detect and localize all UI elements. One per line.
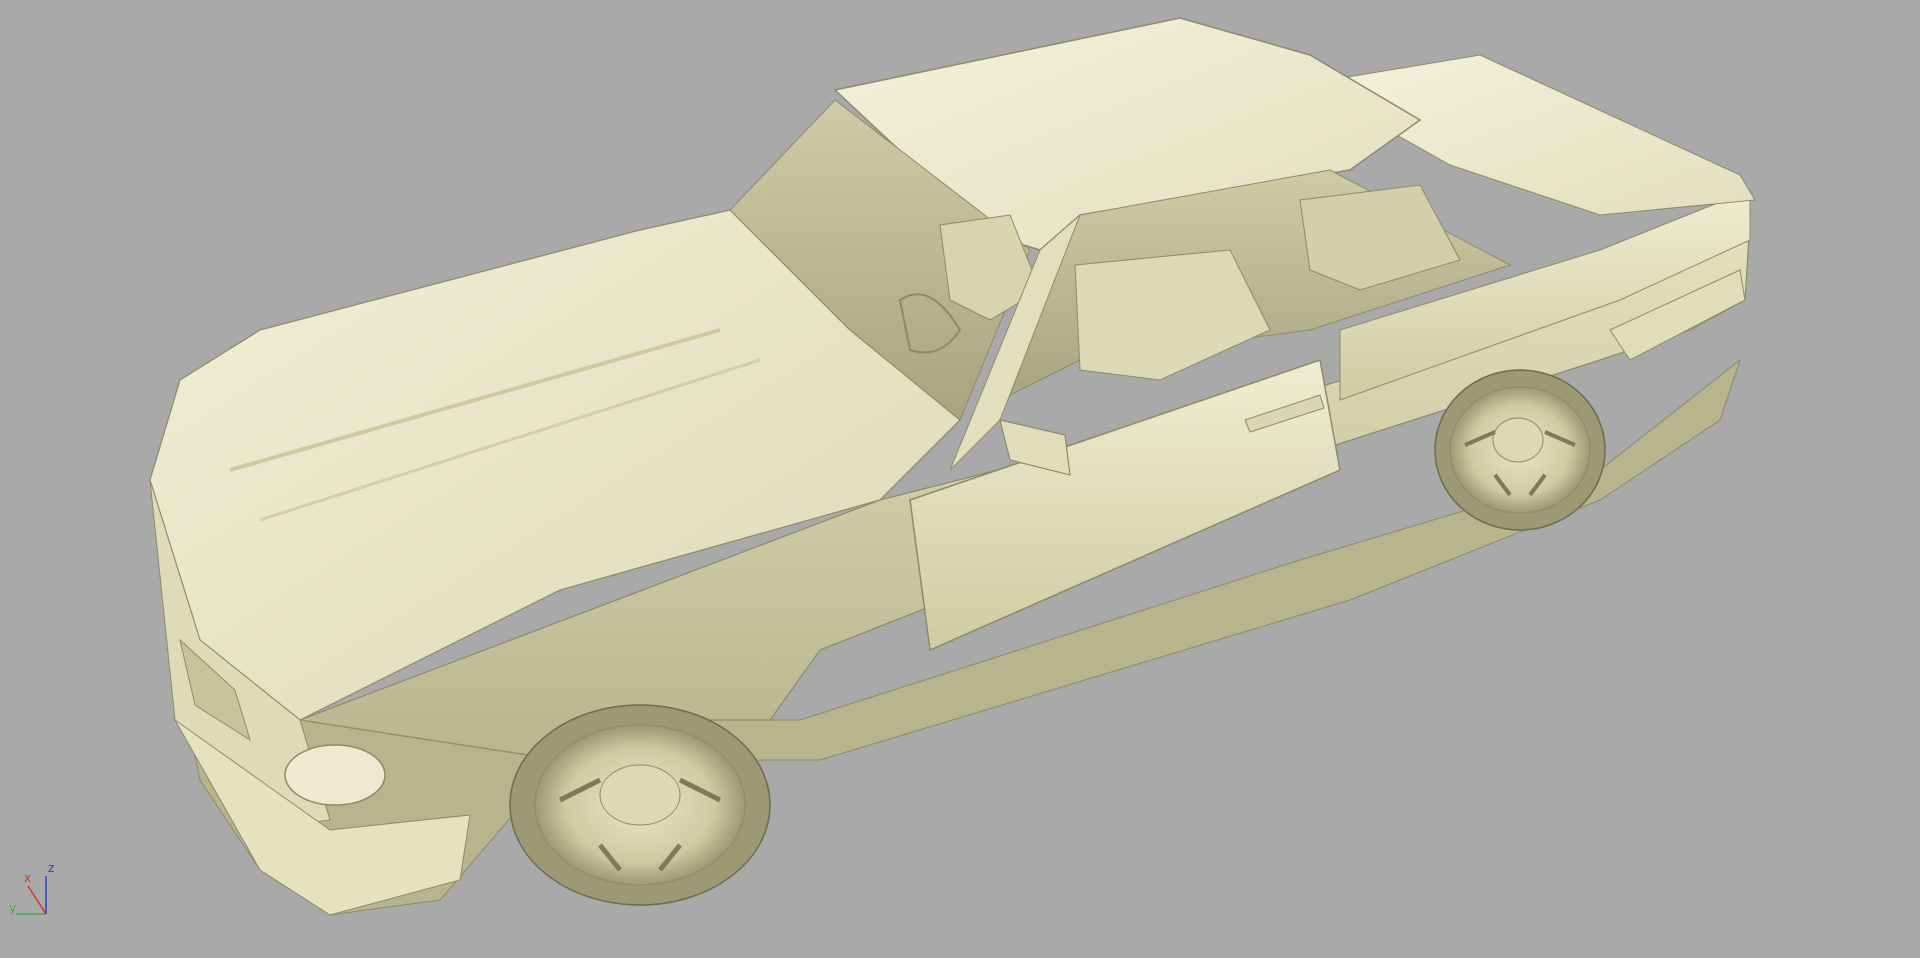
x-axis-label: x xyxy=(24,871,31,885)
front-wheel xyxy=(509,704,771,906)
rear-wheel xyxy=(1434,369,1606,531)
3d-viewport[interactable]: x y z xyxy=(0,0,1920,958)
axis-gizmo-graphic: x y z xyxy=(9,861,54,915)
y-axis-label: y xyxy=(9,901,16,915)
headlight xyxy=(284,744,386,806)
axis-gizmo: x y z xyxy=(8,856,60,920)
car-model-render[interactable] xyxy=(0,0,1920,958)
x-axis-line xyxy=(27,885,47,915)
z-axis-label: z xyxy=(48,861,54,875)
